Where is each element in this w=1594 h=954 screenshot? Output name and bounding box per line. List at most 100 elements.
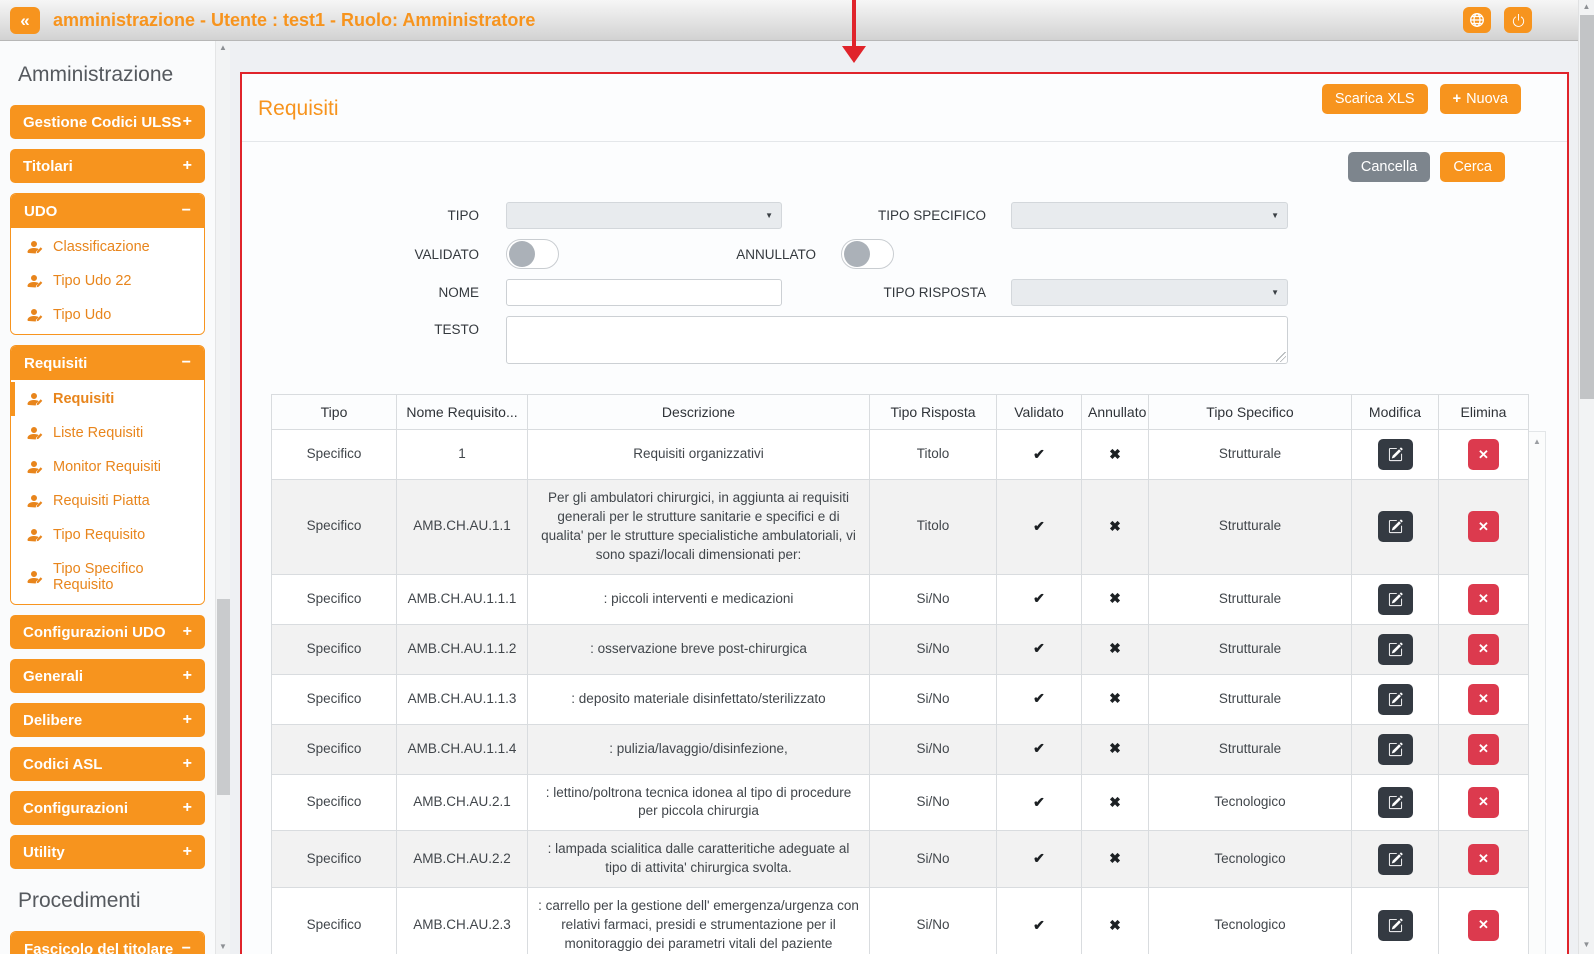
sidebar-item-tipo-specifico-requisito[interactable]: Tipo Specifico Requisito [11,552,204,602]
edit-row-button[interactable] [1378,439,1413,470]
scroll-down-icon[interactable]: ▼ [216,940,230,954]
scroll-down-icon[interactable]: ▼ [1579,938,1594,952]
sidebar-group-button-gestione-codici-ulss[interactable]: Gestione Codici ULSS+ [10,105,205,139]
sidebar-item-requisiti-piatta[interactable]: Requisiti Piatta [11,484,204,518]
chevron-down-icon: ▼ [1271,288,1279,297]
validato-toggle[interactable] [506,239,559,269]
sidebar-item-tipo-udo[interactable]: Tipo Udo [11,298,204,332]
edit-row-button[interactable] [1378,844,1413,875]
cell-tipo: Specifico [272,430,397,480]
close-icon: ✕ [1478,851,1489,867]
sidebar-group-button-titolari[interactable]: Titolari+ [10,149,205,183]
sidebar-item-liste-requisiti[interactable]: Liste Requisiti [11,416,204,450]
cell-nome-requisito: 1 [397,430,528,480]
expand-icon[interactable]: + [183,157,192,175]
sidebar-item-classificazione[interactable]: Classificazione [11,230,204,264]
sidebar-group-button-fascicolo-del-titolare[interactable]: Fascicolo del titolare− [11,932,204,954]
cell-modifica [1352,674,1439,724]
form-row: VALIDATO ANNULLATO [242,239,1567,269]
tipo-select[interactable]: ▼ [506,202,782,229]
sidebar-scrollbar-thumb[interactable] [217,599,230,795]
cell-descrizione: Requisiti organizzativi [528,430,870,480]
expand-icon[interactable]: + [183,843,192,861]
delete-row-button[interactable]: ✕ [1468,787,1499,818]
collapse-icon[interactable]: − [182,354,191,372]
expand-icon[interactable]: + [183,623,192,641]
edit-row-button[interactable] [1378,634,1413,665]
delete-row-button[interactable]: ✕ [1468,734,1499,765]
nome-input[interactable] [506,279,782,306]
cross-icon: ✖ [1109,590,1121,606]
cross-icon: ✖ [1109,917,1121,933]
sidebar-item-monitor-requisiti[interactable]: Monitor Requisiti [11,450,204,484]
delete-row-button[interactable]: ✕ [1468,910,1499,941]
scroll-up-icon[interactable]: ▲ [1529,435,1545,449]
sidebar-group-label: Delibere [23,712,82,729]
new-button-label: Nuova [1466,91,1508,107]
check-icon: ✔ [1033,917,1045,933]
page-scrollbar[interactable]: ▲ ▼ [1578,0,1594,954]
edit-icon [1388,918,1403,933]
edit-row-button[interactable] [1378,787,1413,818]
expand-icon[interactable]: + [183,113,192,131]
tipo-specifico-select[interactable]: ▼ [1011,202,1288,229]
edit-row-button[interactable] [1378,910,1413,941]
expand-icon[interactable]: + [183,799,192,817]
sidebar-group-button-requisiti[interactable]: Requisiti− [11,346,204,380]
delete-row-button[interactable]: ✕ [1468,584,1499,615]
delete-row-button[interactable]: ✕ [1468,511,1499,542]
scroll-up-icon[interactable]: ▲ [1579,0,1594,14]
table-scrollbar[interactable]: ▲ [1529,431,1546,954]
sidebar-item-requisiti[interactable]: Requisiti [11,382,204,416]
logout-button[interactable] [1504,7,1532,33]
sidebar-group-button-configurazioni-udo[interactable]: Configurazioni UDO+ [10,615,205,649]
expand-icon[interactable]: + [183,711,192,729]
check-icon: ✔ [1033,794,1045,810]
cell-modifica [1352,574,1439,624]
delete-row-button[interactable]: ✕ [1468,684,1499,715]
form-row: NOME TIPO RISPOSTA ▼ [242,279,1567,306]
sidebar-group-button-configurazioni[interactable]: Configurazioni+ [10,791,205,825]
collapse-icon[interactable]: − [182,940,191,954]
sidebar-group-codici-asl: Codici ASL+ [10,747,205,781]
sidebar-item-tipo-requisito[interactable]: Tipo Requisito [11,518,204,552]
sidebar-item-label: Tipo Specifico Requisito [53,561,196,593]
annullato-toggle[interactable] [841,239,894,269]
cancel-button[interactable]: Cancella [1348,152,1430,182]
new-button[interactable]: +Nuova [1440,84,1521,114]
edit-row-button[interactable] [1378,734,1413,765]
delete-row-button[interactable]: ✕ [1468,634,1499,665]
sidebar-group-button-codici-asl[interactable]: Codici ASL+ [10,747,205,781]
sidebar-collapse-button[interactable]: « [10,7,40,34]
sidebar-scrollbar[interactable]: ▲ ▼ [215,41,230,954]
sidebar-item-tipo-udo-22[interactable]: Tipo Udo 22 [11,264,204,298]
edit-row-button[interactable] [1378,684,1413,715]
edit-row-button[interactable] [1378,511,1413,542]
cell-elimina: ✕ [1439,888,1529,954]
sidebar-group-button-udo[interactable]: UDO− [11,194,204,228]
cell-tipo-specifico: Strutturale [1149,574,1352,624]
tipo-risposta-select[interactable]: ▼ [1011,279,1288,306]
edit-row-button[interactable] [1378,584,1413,615]
cell-tipo-risposta: Si/No [870,831,997,888]
resize-grip-icon[interactable] [1276,352,1286,362]
testo-textarea[interactable] [506,316,1288,364]
search-button[interactable]: Cerca [1440,152,1505,182]
delete-row-button[interactable]: ✕ [1468,439,1499,470]
cell-nome-requisito: AMB.CH.AU.2.2 [397,831,528,888]
cell-elimina: ✕ [1439,674,1529,724]
chevron-down-icon: ▼ [1271,211,1279,220]
language-button[interactable] [1463,7,1491,33]
sidebar-group-button-delibere[interactable]: Delibere + [10,703,205,737]
delete-row-button[interactable]: ✕ [1468,844,1499,875]
expand-icon[interactable]: + [183,755,192,773]
sidebar-group-button-generali[interactable]: Generali+ [10,659,205,693]
page-scrollbar-thumb[interactable] [1580,15,1594,399]
cross-icon: ✖ [1109,794,1121,810]
sidebar-group-button-utility[interactable]: Utility+ [10,835,205,869]
scroll-up-icon[interactable]: ▲ [216,41,230,55]
download-xls-button[interactable]: Scarica XLS [1322,84,1428,114]
sidebar-group-requisiti: Requisiti−RequisitiListe RequisitiMonito… [10,345,205,605]
collapse-icon[interactable]: − [182,202,191,220]
expand-icon[interactable]: + [183,667,192,685]
